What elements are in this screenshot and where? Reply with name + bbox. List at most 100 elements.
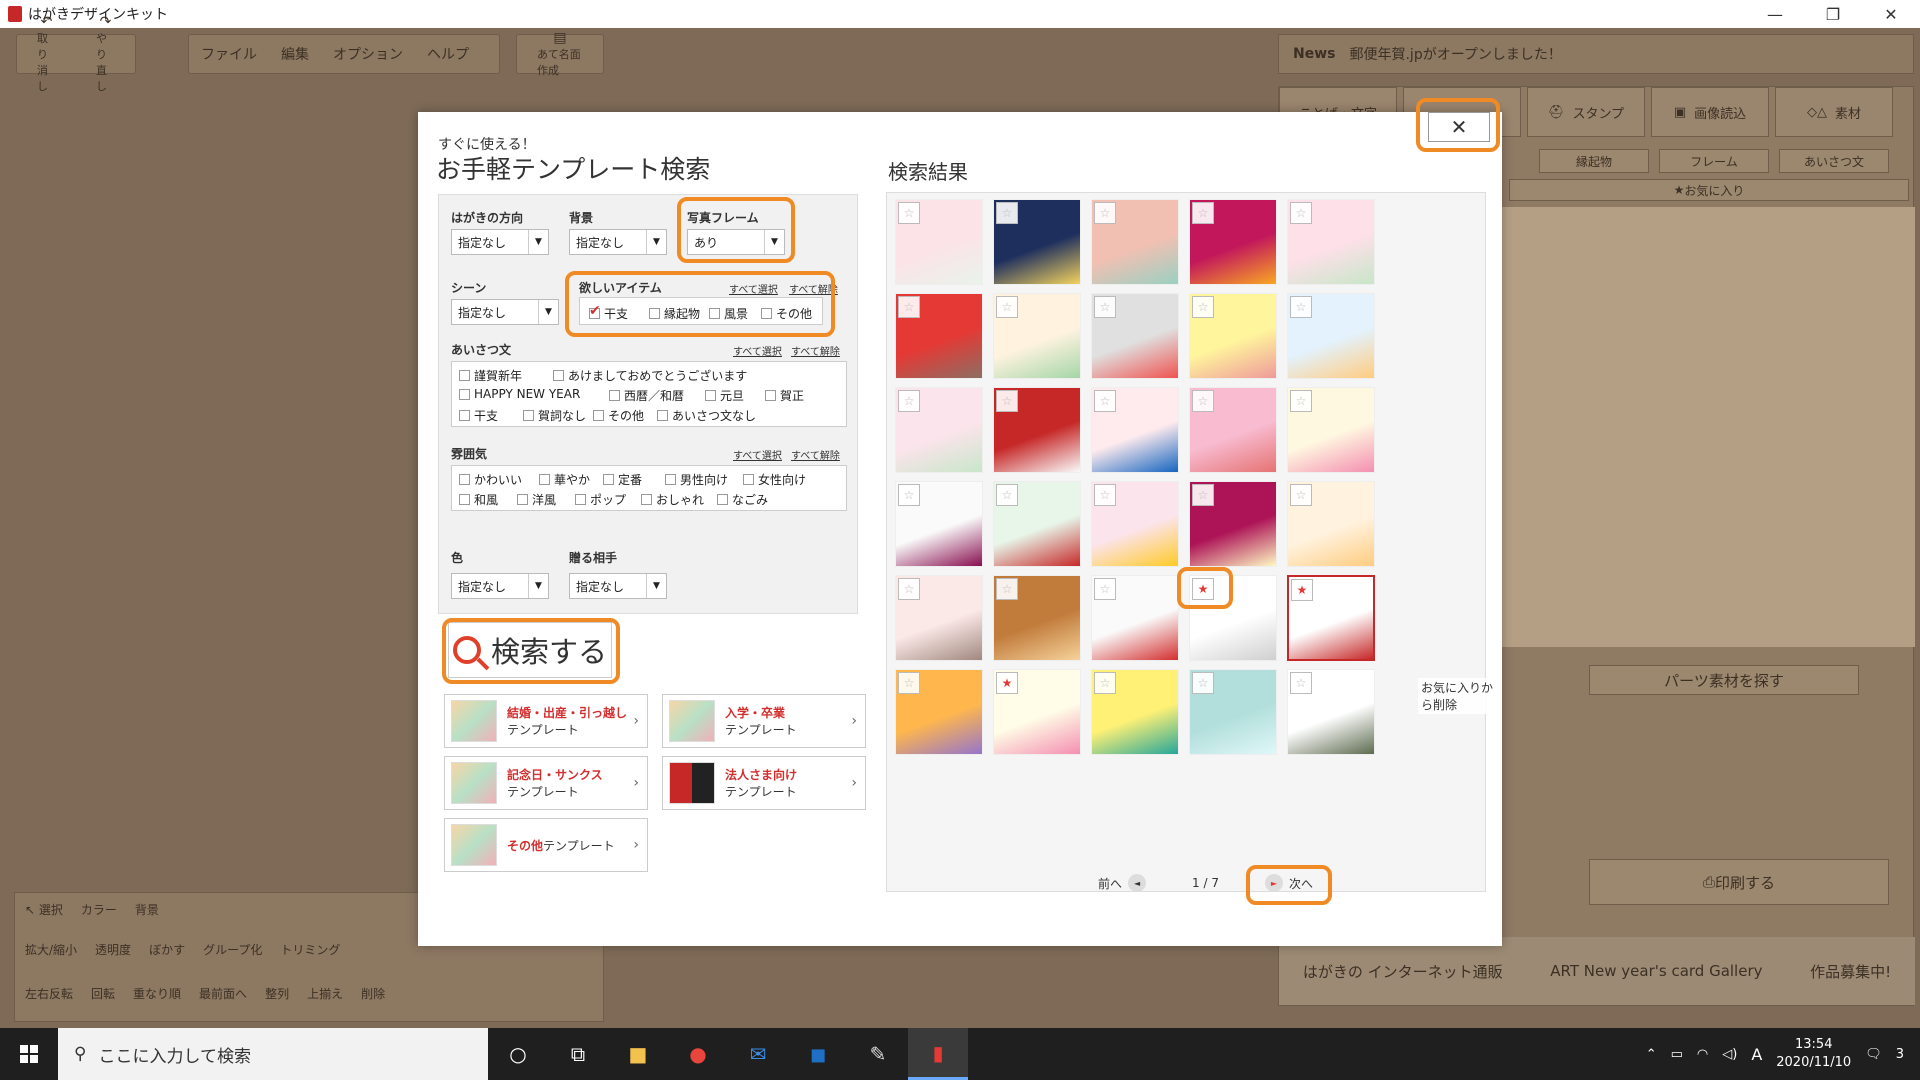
template-thumbnail[interactable]: ☆ [1189, 669, 1277, 755]
tab-material[interactable]: ◇△ 素材 [1775, 87, 1893, 137]
menu-file[interactable]: ファイル [189, 44, 269, 64]
address-button[interactable]: ▤ あて名面作成 [516, 30, 604, 77]
favorite-star-icon[interactable]: ☆ [1192, 484, 1214, 506]
direction-select[interactable]: 指定なし ▼ [451, 229, 549, 255]
clock[interactable]: 13:54 2020/11/10 [1776, 1036, 1851, 1072]
greeting-checkbox[interactable]: その他 [593, 407, 644, 424]
paint-icon[interactable]: ✎ [848, 1028, 908, 1080]
template-thumbnail[interactable]: ☆ [895, 575, 983, 661]
outlook-icon[interactable]: ◼ [788, 1028, 848, 1080]
rotate-tool[interactable]: 回転 [91, 985, 115, 1002]
mood-checkbox[interactable]: 洋風 [517, 491, 556, 508]
template-thumbnail[interactable]: ☆ [1091, 575, 1179, 661]
favorite-star-icon[interactable]: ☆ [898, 296, 920, 318]
flip-tool[interactable]: 左右反転 [25, 985, 73, 1002]
menu-help[interactable]: ヘルプ [415, 44, 481, 64]
favorite-star-icon[interactable]: ☆ [1192, 672, 1214, 694]
background-select[interactable]: 指定なし ▼ [569, 229, 667, 255]
tab-image-load[interactable]: ▣ 画像読込 [1651, 87, 1769, 137]
recipient-select[interactable]: 指定なし ▼ [569, 573, 667, 599]
menu-option[interactable]: オプション [321, 44, 415, 64]
favorite-star-icon[interactable]: ☆ [1094, 578, 1116, 600]
template-thumbnail[interactable]: ☆ [1189, 387, 1277, 473]
template-thumbnail[interactable]: ☆ [993, 387, 1081, 473]
mood-checkbox[interactable]: 女性向け [743, 471, 806, 488]
favorite-star-icon[interactable]: ☆ [898, 672, 920, 694]
mood-checkbox[interactable]: 華やか [539, 471, 590, 488]
template-thumbnail[interactable]: ☆ [1287, 669, 1375, 755]
favorite-star-icon[interactable]: ☆ [1290, 484, 1312, 506]
favorite-star-icon[interactable]: ☆ [898, 390, 920, 412]
order-tool[interactable]: 重なり順 [133, 985, 181, 1002]
template-thumbnail[interactable]: ☆ [895, 199, 983, 285]
favorite-star-icon[interactable]: ☆ [1094, 672, 1116, 694]
hagaki-app-icon[interactable]: ▮ [908, 1028, 968, 1080]
greeting-checkbox[interactable]: 西暦／和暦 [609, 387, 684, 404]
template-thumbnail[interactable]: ☆ [993, 575, 1081, 661]
favorite-star-icon[interactable]: ☆ [1192, 296, 1214, 318]
template-thumbnail[interactable]: ☆ [993, 481, 1081, 567]
template-thumbnail[interactable]: ★ [993, 669, 1081, 755]
favorite-star-icon[interactable]: ★ [996, 672, 1018, 694]
zoom-tool[interactable]: 拡大/縮小 [25, 941, 77, 958]
mood-checkbox[interactable]: なごみ [717, 491, 768, 508]
template-thumbnail[interactable]: ☆ [1287, 387, 1375, 473]
volume-icon[interactable]: ◁) [1722, 1047, 1737, 1062]
select-tool[interactable]: ↖ 選択 [25, 901, 63, 918]
template-thumbnail[interactable]: ☆ [1287, 293, 1375, 379]
mail-icon[interactable]: ✉ [728, 1028, 788, 1080]
template-thumbnail[interactable]: ☆ [1189, 293, 1277, 379]
template-thumbnail[interactable]: ☆ [1091, 199, 1179, 285]
greeting-checkbox[interactable]: あけましておめでとうございます [553, 367, 747, 384]
subtab-lucky[interactable]: 縁起物 [1539, 149, 1649, 173]
notification-icon[interactable]: 🗨 [1865, 1047, 1882, 1062]
cortana-icon[interactable]: ○ [488, 1028, 548, 1080]
favorite-star-icon[interactable]: ☆ [1192, 202, 1214, 224]
promo-banner[interactable]: はがきの インターネット通販 ART New year's card Galle… [1279, 937, 1915, 1005]
blur-tool[interactable]: ぼかす [149, 941, 185, 958]
delete-tool[interactable]: 削除 [361, 985, 385, 1002]
category-school[interactable]: 入学・卒業 テンプレート › [662, 694, 866, 748]
favorite-star-icon[interactable]: ☆ [996, 296, 1018, 318]
parts-search-button[interactable]: パーツ素材を探す [1589, 665, 1859, 695]
trimming-tool[interactable]: トリミング [280, 941, 340, 958]
mood-clear-all[interactable]: すべて解除 [791, 447, 840, 462]
task-view-icon[interactable]: ⧉ [548, 1028, 608, 1080]
subtab-greeting[interactable]: あいさつ文 [1779, 149, 1889, 173]
favorite-star-icon[interactable]: ☆ [1094, 296, 1116, 318]
chevron-up-icon[interactable]: ⌃ [1646, 1047, 1657, 1062]
favorite-star-icon[interactable]: ☆ [1290, 202, 1312, 224]
template-thumbnail[interactable]: ☆ [1091, 669, 1179, 755]
template-thumbnail[interactable]: ☆ [1091, 387, 1179, 473]
scene-select[interactable]: 指定なし ▼ [451, 299, 559, 325]
template-thumbnail[interactable]: ★ [1287, 575, 1375, 661]
color-select[interactable]: 指定なし ▼ [451, 573, 549, 599]
favorites-tab[interactable]: ★ お気に入り [1509, 179, 1909, 201]
battery-icon[interactable]: ▭ [1671, 1047, 1683, 1062]
template-thumbnail[interactable]: ☆ [895, 669, 983, 755]
template-thumbnail[interactable]: ☆ [1189, 481, 1277, 567]
category-wedding[interactable]: 結婚・出産・引っ越し テンプレート › [444, 694, 648, 748]
template-thumbnail[interactable]: ☆ [993, 293, 1081, 379]
favorite-star-icon[interactable]: ☆ [996, 578, 1018, 600]
template-thumbnail[interactable]: ☆ [993, 199, 1081, 285]
mood-checkbox[interactable]: 和風 [459, 491, 498, 508]
greeting-checkbox[interactable]: 賀詞なし [523, 407, 586, 424]
favorite-star-icon[interactable]: ☆ [996, 202, 1018, 224]
menu-edit[interactable]: 編集 [269, 44, 321, 64]
subtab-frame[interactable]: フレーム [1659, 149, 1769, 173]
mood-checkbox[interactable]: ポップ [575, 491, 626, 508]
mood-checkbox[interactable]: 男性向け [665, 471, 728, 488]
color-tool[interactable]: カラー [81, 901, 117, 918]
greeting-checkbox[interactable]: 干支 [459, 407, 498, 424]
prev-arrow-icon[interactable]: ◄ [1128, 874, 1147, 892]
favorite-star-icon[interactable]: ☆ [1290, 672, 1312, 694]
chrome-icon[interactable]: ● [668, 1028, 728, 1080]
template-thumbnail[interactable]: ☆ [895, 481, 983, 567]
taskbar-search[interactable]: ⚲ ここに入力して検索 [58, 1028, 488, 1080]
template-thumbnail[interactable]: ☆ [1189, 199, 1277, 285]
opacity-tool[interactable]: 透明度 [95, 941, 131, 958]
favorite-star-icon[interactable]: ☆ [898, 484, 920, 506]
favorite-star-icon[interactable]: ★ [1291, 579, 1313, 601]
front-tool[interactable]: 最前面へ [199, 985, 247, 1002]
